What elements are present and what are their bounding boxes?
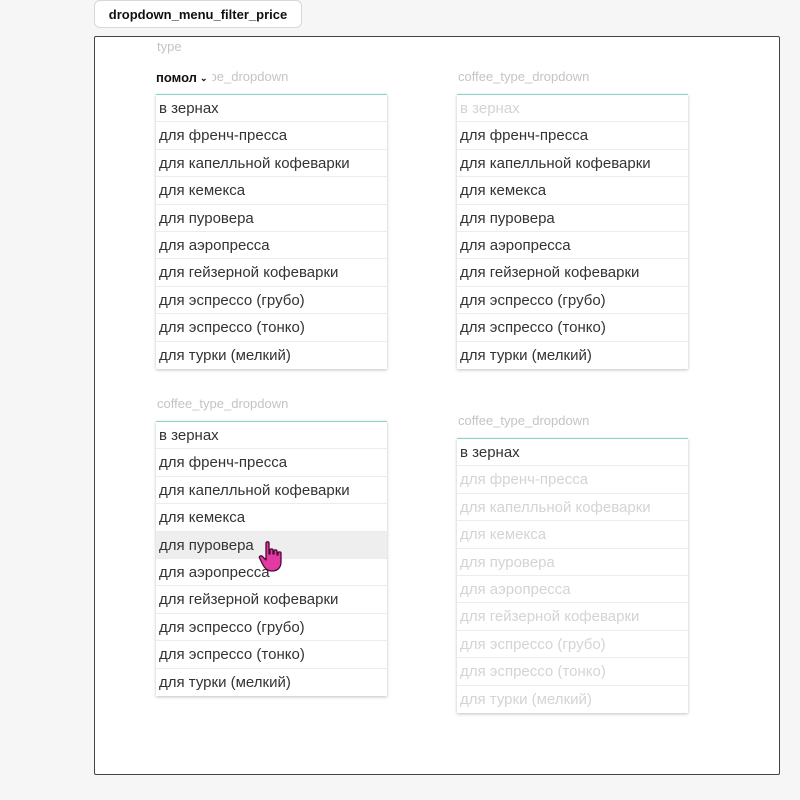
dropdown-item[interactable]: для капелльной кофеварки	[156, 150, 387, 178]
dropdown-item[interactable]: для эспрессо (тонко)	[457, 314, 688, 342]
dropdown-item[interactable]: для гейзерной кофеварки	[156, 259, 387, 287]
dropdown-item-disabled: для кемекса	[457, 521, 688, 549]
dropdown-item-disabled: для френч-пресса	[457, 466, 688, 494]
dropdown-item-disabled: для эспрессо (тонко)	[457, 658, 688, 686]
dropdown-item[interactable]: для эспрессо (грубо)	[156, 614, 387, 642]
coffee-type-dropdown: в зернах для френч-пресса для капелльной…	[156, 94, 387, 369]
dropdown-item[interactable]: в зернах	[156, 95, 387, 123]
pomol-select[interactable]: помол ⌄	[156, 70, 212, 85]
dropdown-item[interactable]: для эспрессо (тонко)	[156, 314, 387, 342]
coffee-type-dropdown: в зернах для френч-пресса для капелльной…	[457, 438, 688, 713]
dropdown-item[interactable]: для аэропресса	[156, 232, 387, 260]
dropdown-label: coffee_type_dropdown	[458, 413, 590, 428]
dropdown-label: coffee_type_dropdown	[458, 69, 590, 84]
dropdown-item-disabled: для капелльной кофеварки	[457, 494, 688, 522]
dropdown-item[interactable]: для кемекса	[156, 177, 387, 205]
dropdown-item[interactable]: для капелльной кофеварки	[156, 477, 387, 505]
dropdown-item[interactable]: для френч-пресса	[457, 122, 688, 150]
frame-tab[interactable]: dropdown_menu_filter_price	[94, 0, 302, 28]
dropdown-item[interactable]: в зернах	[156, 422, 387, 450]
dropdown-label: coffee_type_dropdown	[157, 396, 289, 411]
type-label: type	[157, 39, 182, 54]
dropdown-item[interactable]: для гейзерной кофеварки	[156, 586, 387, 614]
dropdown-item[interactable]: в зернах	[457, 439, 688, 467]
dropdown-item[interactable]: для аэропресса	[457, 232, 688, 260]
dropdown-item-disabled: для турки (мелкий)	[460, 690, 592, 708]
dropdown-item[interactable]: для эспрессо (тонко)	[156, 641, 387, 669]
dropdown-item[interactable]: для кемекса	[457, 177, 688, 205]
dropdown-item[interactable]: для капелльной кофеварки	[457, 150, 688, 178]
dropdown-item[interactable]: для пуровера	[156, 205, 387, 232]
dropdown-item-disabled: для аэропресса	[457, 576, 688, 604]
pomol-label: помол	[156, 70, 197, 85]
dropdown-item[interactable]: для френч-пресса	[156, 449, 387, 477]
dropdown-item[interactable]: для турки (мелкий)	[156, 342, 387, 369]
chevron-down-icon: ⌄	[199, 73, 208, 83]
dropdown-item-disabled: для эспрессо (грубо)	[457, 631, 688, 659]
dropdown-item[interactable]: для эспрессо (грубо)	[457, 287, 688, 315]
dropdown-item[interactable]: в зернах	[457, 95, 688, 123]
dropdown-item[interactable]: для кемекса	[156, 504, 387, 532]
dropdown-item[interactable]: для турки (мелкий)	[457, 342, 688, 369]
dropdown-item[interactable]: для гейзерной кофеварки	[457, 259, 688, 287]
dropdown-item[interactable]: для турки (мелкий)	[156, 669, 387, 696]
dropdown-item[interactable]: для эспрессо (грубо)	[156, 287, 387, 315]
dropdown-item[interactable]: для пуровера	[457, 205, 688, 232]
hand-pointer-icon	[258, 540, 286, 579]
dropdown-item[interactable]: для френч-пресса	[156, 122, 387, 150]
dropdown-item-disabled: для гейзерной кофеварки	[457, 603, 688, 631]
coffee-type-dropdown: в зернах для френч-пресса для капелльной…	[457, 94, 688, 369]
dropdown-item-disabled: для пуровера	[457, 549, 688, 576]
